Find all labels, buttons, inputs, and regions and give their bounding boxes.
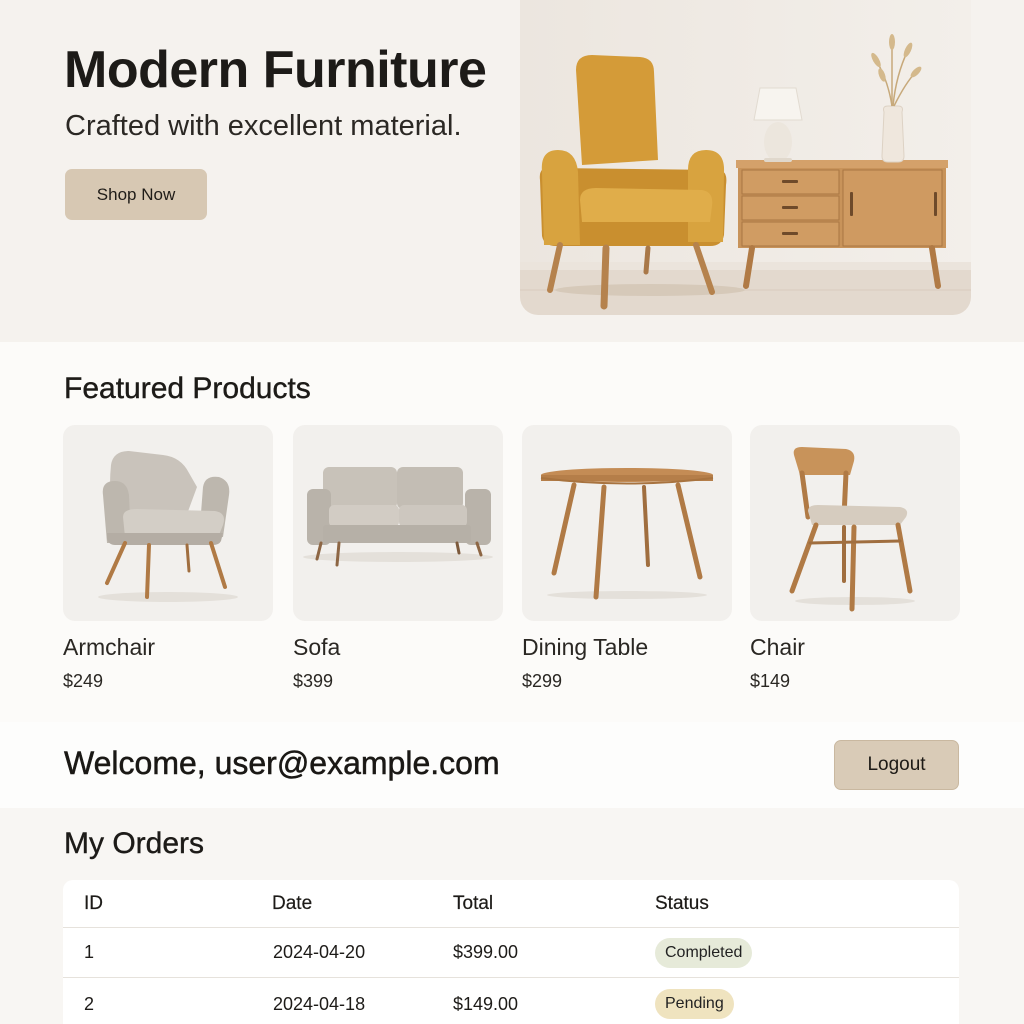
order-id: 1 xyxy=(84,942,95,962)
table-row[interactable]: 1 2024-04-20 $399.00 Completed xyxy=(63,928,959,978)
orders-table: ID Date Total Status 1 2024-04-20 $399.0… xyxy=(63,880,959,1024)
order-status: Completed xyxy=(655,928,753,977)
product-price: $249 xyxy=(63,671,104,691)
hero-subtitle: Crafted with excellent material. xyxy=(65,110,462,142)
column-header-total: Total xyxy=(453,892,494,914)
status-badge: Pending xyxy=(655,989,734,1019)
order-total: $399.00 xyxy=(453,942,519,962)
order-date: 2024-04-20 xyxy=(273,942,366,962)
status-badge: Completed xyxy=(655,937,753,968)
product-price: $299 xyxy=(522,671,563,691)
product-card-dining-table[interactable]: Dining Table $299 xyxy=(522,425,732,692)
hero-section: Modern Furniture Crafted with excellent … xyxy=(0,0,1024,342)
hero-image xyxy=(520,0,971,315)
product-price: $399 xyxy=(293,671,334,691)
product-price: $149 xyxy=(750,671,791,691)
shop-now-button[interactable]: Shop Now xyxy=(65,169,207,220)
featured-products-title: Featured Products xyxy=(64,372,311,405)
table-row[interactable]: 2 2024-04-18 $149.00 Pending xyxy=(63,979,959,1024)
order-id: 2 xyxy=(84,993,95,1014)
dining-table-photo[interactable] xyxy=(522,425,732,621)
welcome-message: Welcome, user@example.com xyxy=(64,745,500,782)
column-header-status: Status xyxy=(655,892,709,914)
chair-photo[interactable] xyxy=(750,425,960,621)
product-card-sofa[interactable]: Sofa $399 xyxy=(293,425,503,692)
table-header-row: ID Date Total Status xyxy=(63,880,959,928)
product-name[interactable]: Chair xyxy=(750,634,960,661)
column-header-id: ID xyxy=(84,892,103,914)
product-name[interactable]: Sofa xyxy=(293,634,503,661)
my-orders-title: My Orders xyxy=(64,827,205,860)
product-name[interactable]: Dining Table xyxy=(522,634,732,661)
order-total: $149.00 xyxy=(453,993,519,1014)
armchair-photo[interactable] xyxy=(63,425,273,621)
column-header-date: Date xyxy=(272,892,313,914)
sofa-photo[interactable] xyxy=(293,425,503,621)
logout-button[interactable]: Logout xyxy=(834,740,959,790)
product-card-chair[interactable]: Chair $149 xyxy=(750,425,960,692)
product-card-armchair[interactable]: Armchair $249 xyxy=(63,425,273,692)
hero-title: Modern Furniture xyxy=(64,41,487,99)
order-date: 2024-04-18 xyxy=(273,993,366,1014)
product-name[interactable]: Armchair xyxy=(63,634,273,661)
order-status: Pending xyxy=(655,979,734,1024)
